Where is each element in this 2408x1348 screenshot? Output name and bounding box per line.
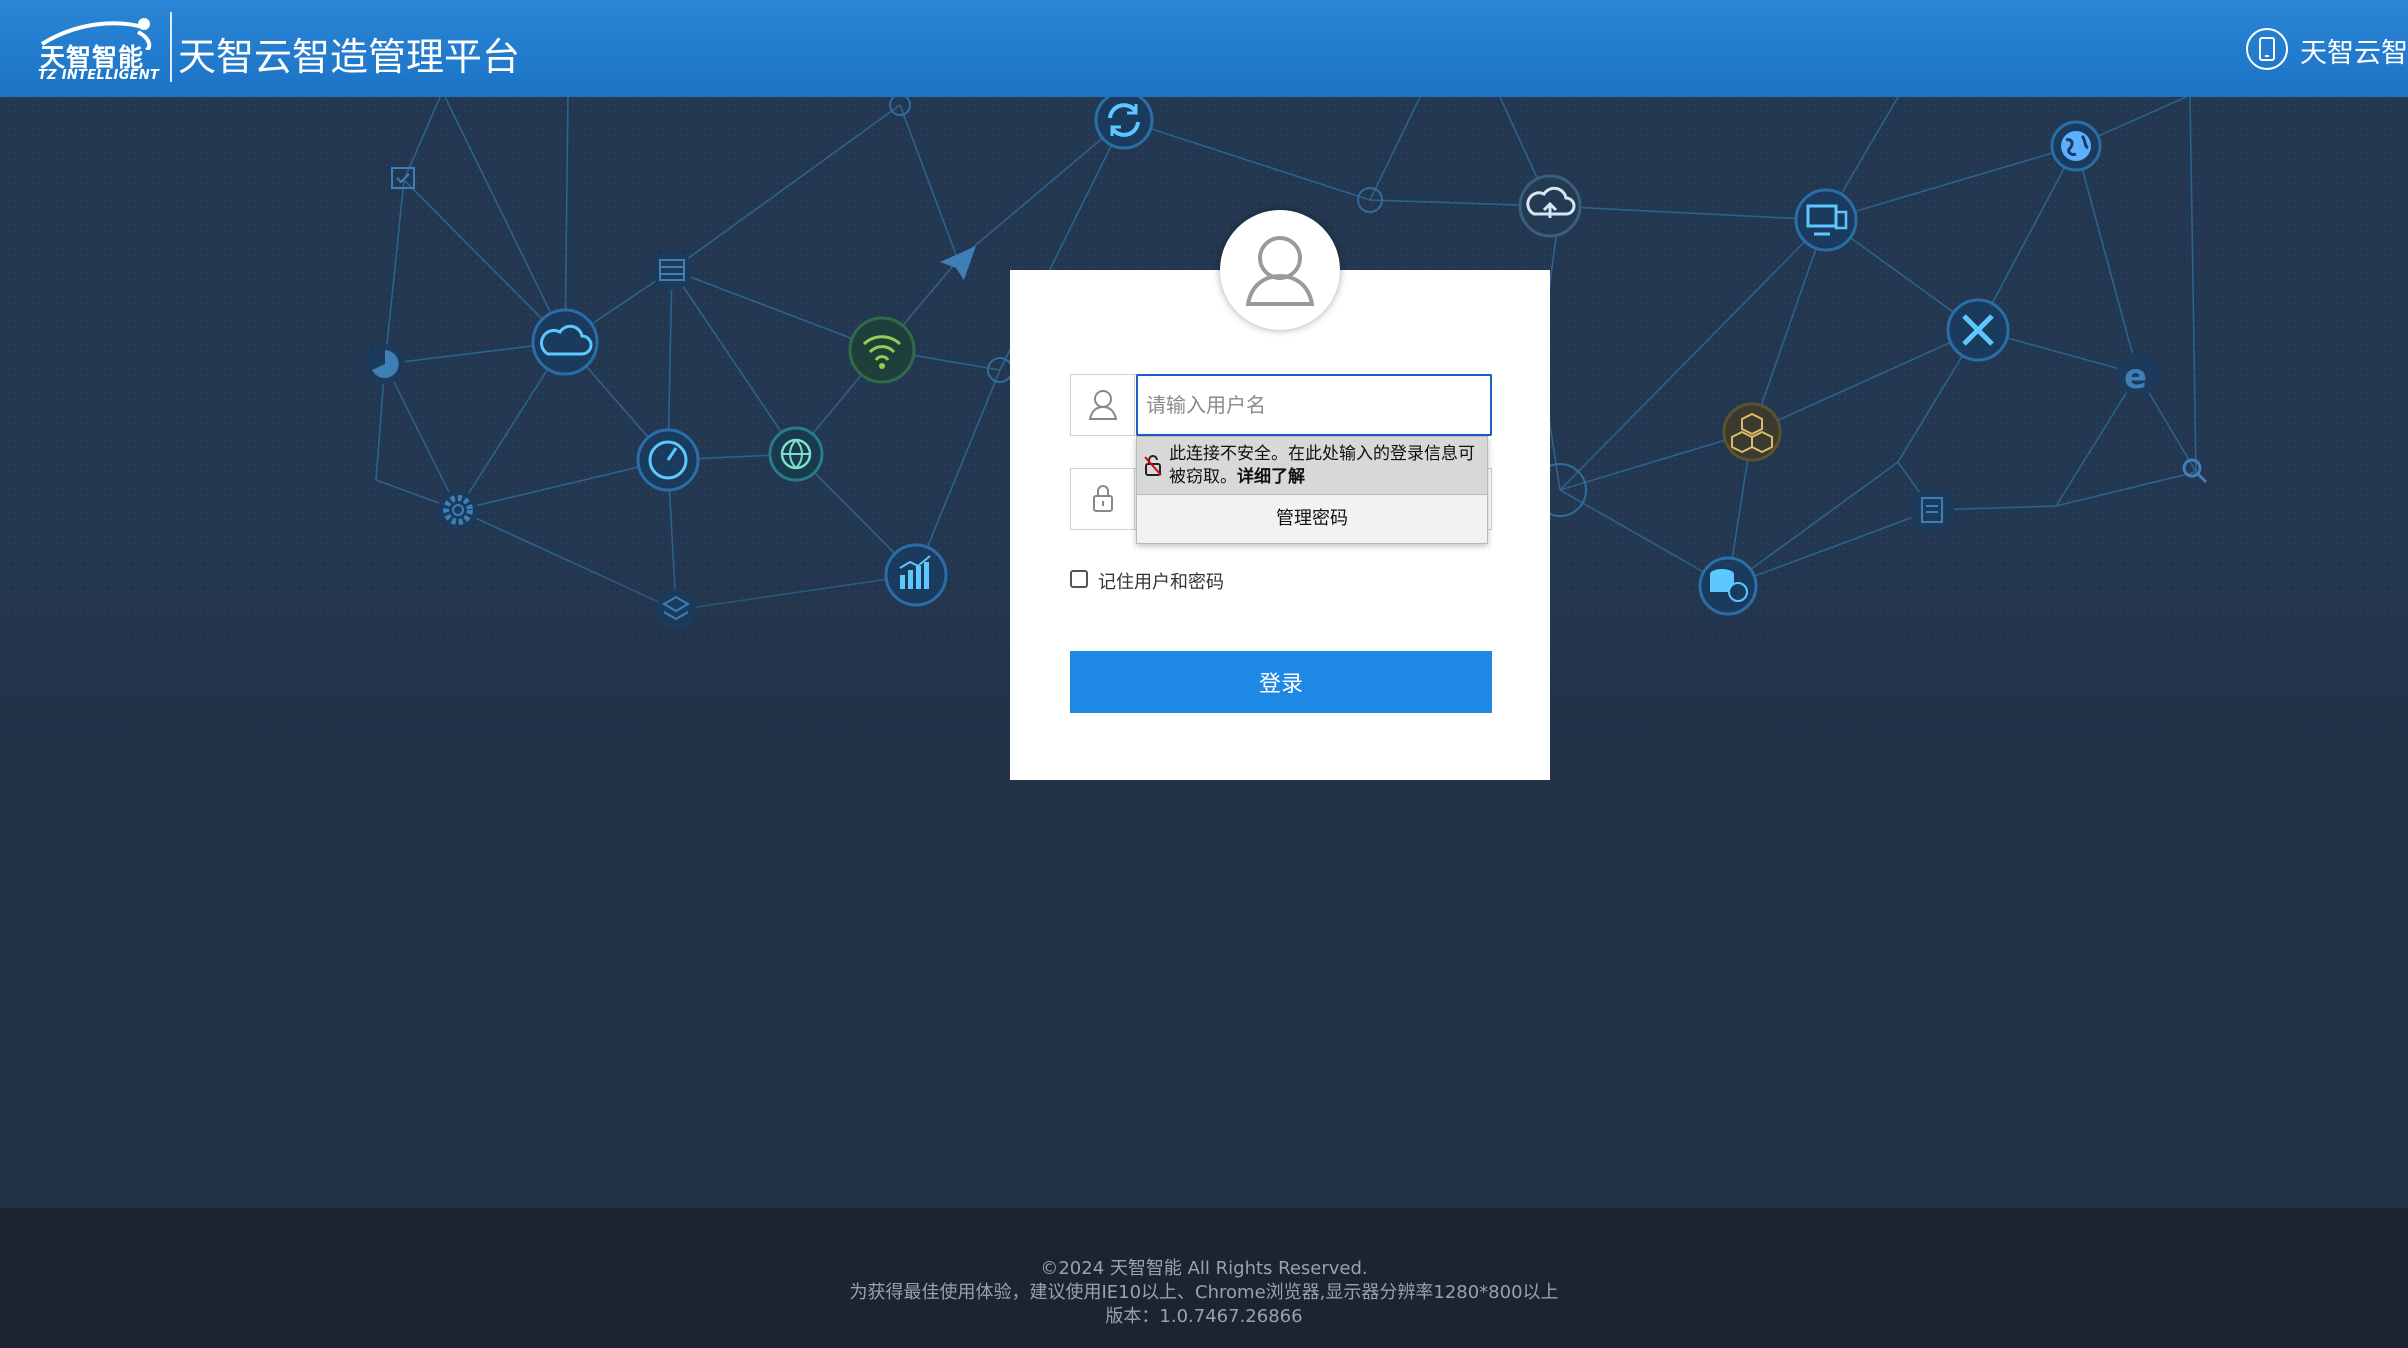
coin-database-icon [1698, 556, 1758, 616]
checkbox-box[interactable] [1070, 570, 1088, 588]
remember-label: 记住用户和密码 [1098, 572, 1224, 593]
user-avatar [1220, 210, 1340, 330]
browser-tip-text: 为获得最佳使用体验，建议使用IE10以上、Chrome浏览器,显示器分辨率128… [849, 1282, 1559, 1303]
monitor-icon [1794, 188, 1858, 252]
bar-chart-icon [884, 543, 948, 607]
mobile-link-label: 天智云智造 [2300, 38, 2408, 69]
insecure-connection-warning: 此连接不安全。在此处输入的登录信息可被窃取。详细了解 [1137, 437, 1487, 495]
svg-text:e: e [2124, 357, 2147, 397]
phone-icon [2246, 28, 2288, 70]
browser-autofill-popup: 此连接不安全。在此处输入的登录信息可被窃取。详细了解 管理密码 [1136, 436, 1488, 544]
username-input[interactable] [1136, 374, 1492, 436]
gear-icon [438, 490, 478, 530]
login-button[interactable]: 登录 [1070, 651, 1492, 713]
page-title: 天智云智造管理平台 [178, 35, 521, 79]
database-icon [652, 250, 692, 290]
broken-lock-icon [1143, 453, 1163, 477]
manage-passwords-item[interactable]: 管理密码 [1137, 495, 1487, 543]
page-footer: ©2024 天智智能 All Rights Reserved. 为获得最佳使用体… [0, 1208, 2408, 1348]
learn-more-link[interactable]: 详细了解 [1237, 467, 1305, 487]
logo-text-en: TZ INTELLIGENT [38, 68, 160, 83]
speedometer-icon [636, 428, 700, 492]
sync-icon [1094, 97, 1154, 150]
lock-icon [1071, 469, 1135, 529]
tools-icon [1946, 298, 2010, 362]
wifi-icon [848, 316, 916, 384]
clipboard-icon [1910, 488, 1954, 532]
header-divider [170, 12, 172, 82]
company-logo: 天智智能 TZ INTELLIGENT [34, 10, 160, 84]
top-header: 天智智能 TZ INTELLIGENT 天智云智造管理平台 天智云智造 [0, 0, 2408, 97]
earth-icon [2050, 120, 2102, 172]
cloud-upload-icon [1518, 174, 1582, 238]
globe-grid-icon [768, 426, 824, 482]
warning-message: 此连接不安全。在此处输入的登录信息可被窃取。 [1169, 444, 1475, 487]
copyright-text: ©2024 天智智能 All Rights Reserved. [1040, 1258, 1368, 1279]
warning-text: 此连接不安全。在此处输入的登录信息可被窃取。详细了解 [1169, 443, 1483, 489]
version-text: 版本：1.0.7467.26866 [1105, 1306, 1303, 1327]
pie-chart-icon [365, 344, 405, 384]
cloud-icon [531, 308, 599, 376]
dropbox-icon [656, 590, 696, 630]
boxes-icon [1722, 402, 1782, 462]
user-icon [1071, 375, 1135, 435]
